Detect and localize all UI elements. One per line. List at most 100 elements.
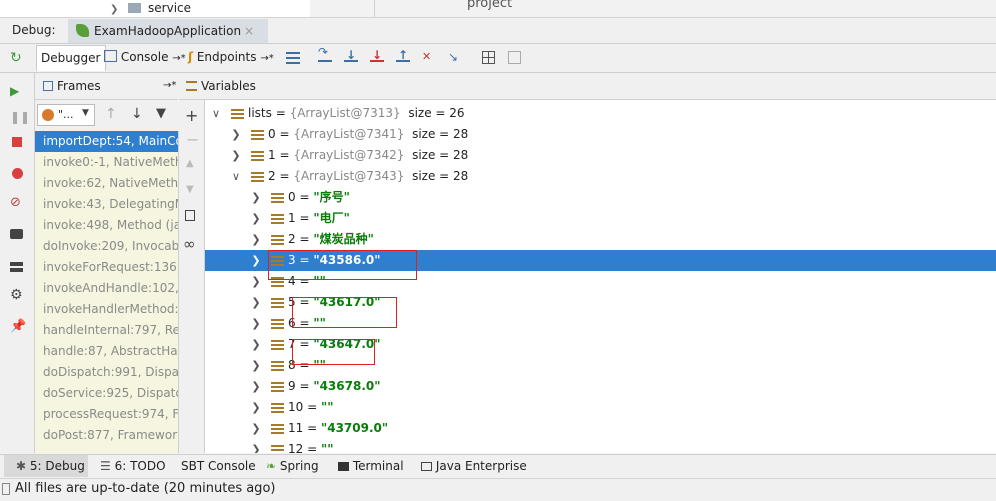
chevron-right-icon[interactable]: ❯ bbox=[249, 292, 263, 313]
variable-equals: = bbox=[295, 379, 314, 393]
chevron-right-icon[interactable]: ❯ bbox=[249, 439, 263, 453]
pin-icon[interactable]: →* bbox=[163, 80, 176, 91]
arrow-down-icon[interactable]: ↓ bbox=[131, 106, 143, 122]
resume-icon[interactable]: ▶ bbox=[10, 84, 24, 98]
chevron-right-icon[interactable]: ❯ bbox=[249, 355, 263, 376]
endpoints-icon: ʃ bbox=[188, 50, 193, 64]
drop-frame-icon[interactable]: ✕ bbox=[422, 50, 436, 64]
filter-icon[interactable]: ▼ bbox=[156, 106, 166, 121]
frame-item[interactable]: importDept:54, MainController bbox=[35, 131, 178, 152]
chevron-right-icon[interactable]: ❯ bbox=[249, 397, 263, 418]
frame-item[interactable]: doDispatch:991, DispatcherServlet bbox=[35, 362, 178, 383]
variable-row[interactable]: ❯ 0 = {ArrayList@7341} size = 28 bbox=[205, 124, 996, 145]
variable-size: size = 28 bbox=[404, 127, 469, 141]
chevron-down-icon[interactable]: ∨ bbox=[229, 166, 243, 187]
frame-item[interactable]: invokeAndHandle:102, ServletInvocableHan… bbox=[35, 278, 178, 299]
tool-tab-debug[interactable]: ✱ 5: Debug bbox=[16, 459, 85, 473]
frame-item[interactable]: handleInternal:797, RequestMappingHandle… bbox=[35, 320, 178, 341]
frame-item[interactable]: handle:87, AbstractHandlerMethodAdapter bbox=[35, 341, 178, 362]
tab-debugger[interactable]: Debugger bbox=[36, 45, 106, 71]
frame-item[interactable]: doPost:877, FrameworkServlet bbox=[35, 425, 178, 446]
variable-row[interactable]: ❯ 10 = "" bbox=[205, 397, 996, 418]
tree-item-service[interactable]: ❯ service bbox=[110, 0, 191, 17]
frame-item[interactable]: doService:925, DispatcherServlet bbox=[35, 383, 178, 404]
variable-row[interactable]: ❯ 11 = "43709.0" bbox=[205, 418, 996, 439]
pin-tab-icon[interactable]: 📌 bbox=[10, 320, 26, 334]
variable-row[interactable]: ❯ 1 = "电厂" bbox=[205, 208, 996, 229]
trace-icon[interactable] bbox=[508, 51, 521, 64]
mute-breakpoints-icon[interactable]: ⊘ bbox=[10, 196, 24, 210]
pause-icon[interactable]: ❚❚ bbox=[10, 110, 30, 124]
tab-endpoints[interactable]: ʃ Endpoints →* bbox=[184, 45, 278, 70]
variable-row[interactable]: ❯ 9 = "43678.0" bbox=[205, 376, 996, 397]
tool-tab-terminal[interactable]: Terminal bbox=[338, 459, 404, 473]
chevron-right-icon[interactable]: ❯ bbox=[249, 271, 263, 292]
remove-watch-icon[interactable]: − bbox=[186, 130, 199, 149]
field-icon bbox=[271, 193, 284, 203]
arrow-up-icon[interactable]: ↑ bbox=[105, 106, 117, 122]
evaluate-expression-icon[interactable] bbox=[482, 51, 495, 64]
frame-item[interactable]: invoke:498, Method (java.lang.reflect) bbox=[35, 215, 178, 236]
chevron-right-icon[interactable]: ❯ bbox=[229, 124, 243, 145]
field-icon bbox=[271, 319, 284, 329]
variable-row[interactable]: ❯ 0 = "序号" bbox=[205, 187, 996, 208]
debug-session-tab[interactable]: ExamHadoopApplication × bbox=[68, 19, 268, 43]
step-out-icon[interactable]: ↑ bbox=[396, 49, 410, 62]
infinity-icon[interactable]: ∞ bbox=[183, 235, 196, 253]
settings-gear-icon[interactable]: ⚙ bbox=[10, 288, 24, 302]
variable-row[interactable]: ∨ 2 = {ArrayList@7343} size = 28 bbox=[205, 166, 996, 187]
chevron-right-icon: ❯ bbox=[110, 4, 119, 15]
chevron-right-icon[interactable]: ❯ bbox=[229, 145, 243, 166]
chevron-right-icon[interactable]: ❯ bbox=[249, 376, 263, 397]
bug-icon: ✱ bbox=[16, 459, 27, 473]
variable-row[interactable]: ❯ 12 = "" bbox=[205, 439, 996, 453]
copy-icon[interactable] bbox=[185, 210, 195, 221]
tool-tab-spring[interactable]: ❧ Spring bbox=[266, 459, 319, 473]
variable-string-value: "43678.0" bbox=[313, 379, 381, 393]
frame-item[interactable]: doInvoke:209, InvocableHandlerMethod bbox=[35, 236, 178, 257]
chevron-right-icon[interactable]: ❯ bbox=[249, 313, 263, 334]
tab-console[interactable]: Console →* bbox=[100, 45, 190, 70]
thread-selector[interactable]: "... ▼ bbox=[37, 104, 95, 126]
frame-item[interactable]: invoke:62, NativeMethodAccessorImpl bbox=[35, 173, 178, 194]
move-up-icon[interactable]: ▲ bbox=[186, 158, 194, 169]
chevron-right-icon[interactable]: ❯ bbox=[249, 334, 263, 355]
run-to-cursor-icon[interactable]: ↘ bbox=[448, 50, 462, 64]
frame-item[interactable]: invoke:43, DelegatingMethodAccessorImpl bbox=[35, 194, 178, 215]
step-into-icon[interactable]: ↓ bbox=[370, 49, 384, 62]
variable-size: size = 28 bbox=[404, 148, 469, 162]
tool-tab-java-enterprise[interactable]: Java Enterprise bbox=[421, 459, 527, 473]
variable-row[interactable]: ❯ 2 = "煤炭品种" bbox=[205, 229, 996, 250]
variable-text: 0 = {ArrayList@7341} size = 28 bbox=[268, 124, 468, 145]
rerun-icon[interactable]: ↻ bbox=[10, 51, 24, 65]
layout-icon[interactable] bbox=[10, 262, 23, 272]
variable-size: size = 26 bbox=[400, 106, 465, 120]
chevron-down-icon[interactable]: ∨ bbox=[209, 103, 223, 124]
frame-item[interactable]: invoke0:-1, NativeMethodAccessorImpl bbox=[35, 152, 178, 173]
frame-item[interactable]: processRequest:974, FrameworkServlet bbox=[35, 404, 178, 425]
tool-tab-todo[interactable]: ☰ 6: TODO bbox=[100, 459, 166, 473]
camera-icon[interactable] bbox=[10, 229, 23, 239]
add-watch-icon[interactable]: + bbox=[185, 106, 198, 125]
variable-row[interactable]: ∨ lists = {ArrayList@7313} size = 26 bbox=[205, 103, 996, 124]
variable-ref: {ArrayList@7342} bbox=[293, 148, 405, 162]
variable-row[interactable]: ❯ 1 = {ArrayList@7342} size = 28 bbox=[205, 145, 996, 166]
tree-splitter[interactable] bbox=[310, 0, 375, 17]
view-breakpoints-icon[interactable] bbox=[12, 168, 23, 179]
variable-name: 0 bbox=[288, 190, 296, 204]
close-icon[interactable]: × bbox=[244, 24, 254, 38]
chevron-right-icon[interactable]: ❯ bbox=[249, 187, 263, 208]
tool-tab-sbt-console[interactable]: SBT Console bbox=[181, 459, 256, 473]
move-down-icon[interactable]: ▼ bbox=[186, 184, 194, 195]
show-execution-point-icon[interactable]: ↷ bbox=[318, 45, 332, 62]
pin-icon[interactable]: →* bbox=[260, 53, 273, 64]
frame-item[interactable]: invokeHandlerMethod:877, RequestMappingH… bbox=[35, 299, 178, 320]
chevron-right-icon[interactable]: ❯ bbox=[249, 250, 263, 271]
chevron-right-icon[interactable]: ❯ bbox=[249, 418, 263, 439]
step-over-icon[interactable]: ↓ bbox=[344, 49, 358, 62]
frame-item[interactable]: invokeForRequest:136, InvocableHandlerMe… bbox=[35, 257, 178, 278]
chevron-right-icon[interactable]: ❯ bbox=[249, 229, 263, 250]
chevron-right-icon[interactable]: ❯ bbox=[249, 208, 263, 229]
stop-icon[interactable] bbox=[12, 137, 22, 147]
menu-lines-icon[interactable] bbox=[286, 52, 300, 64]
